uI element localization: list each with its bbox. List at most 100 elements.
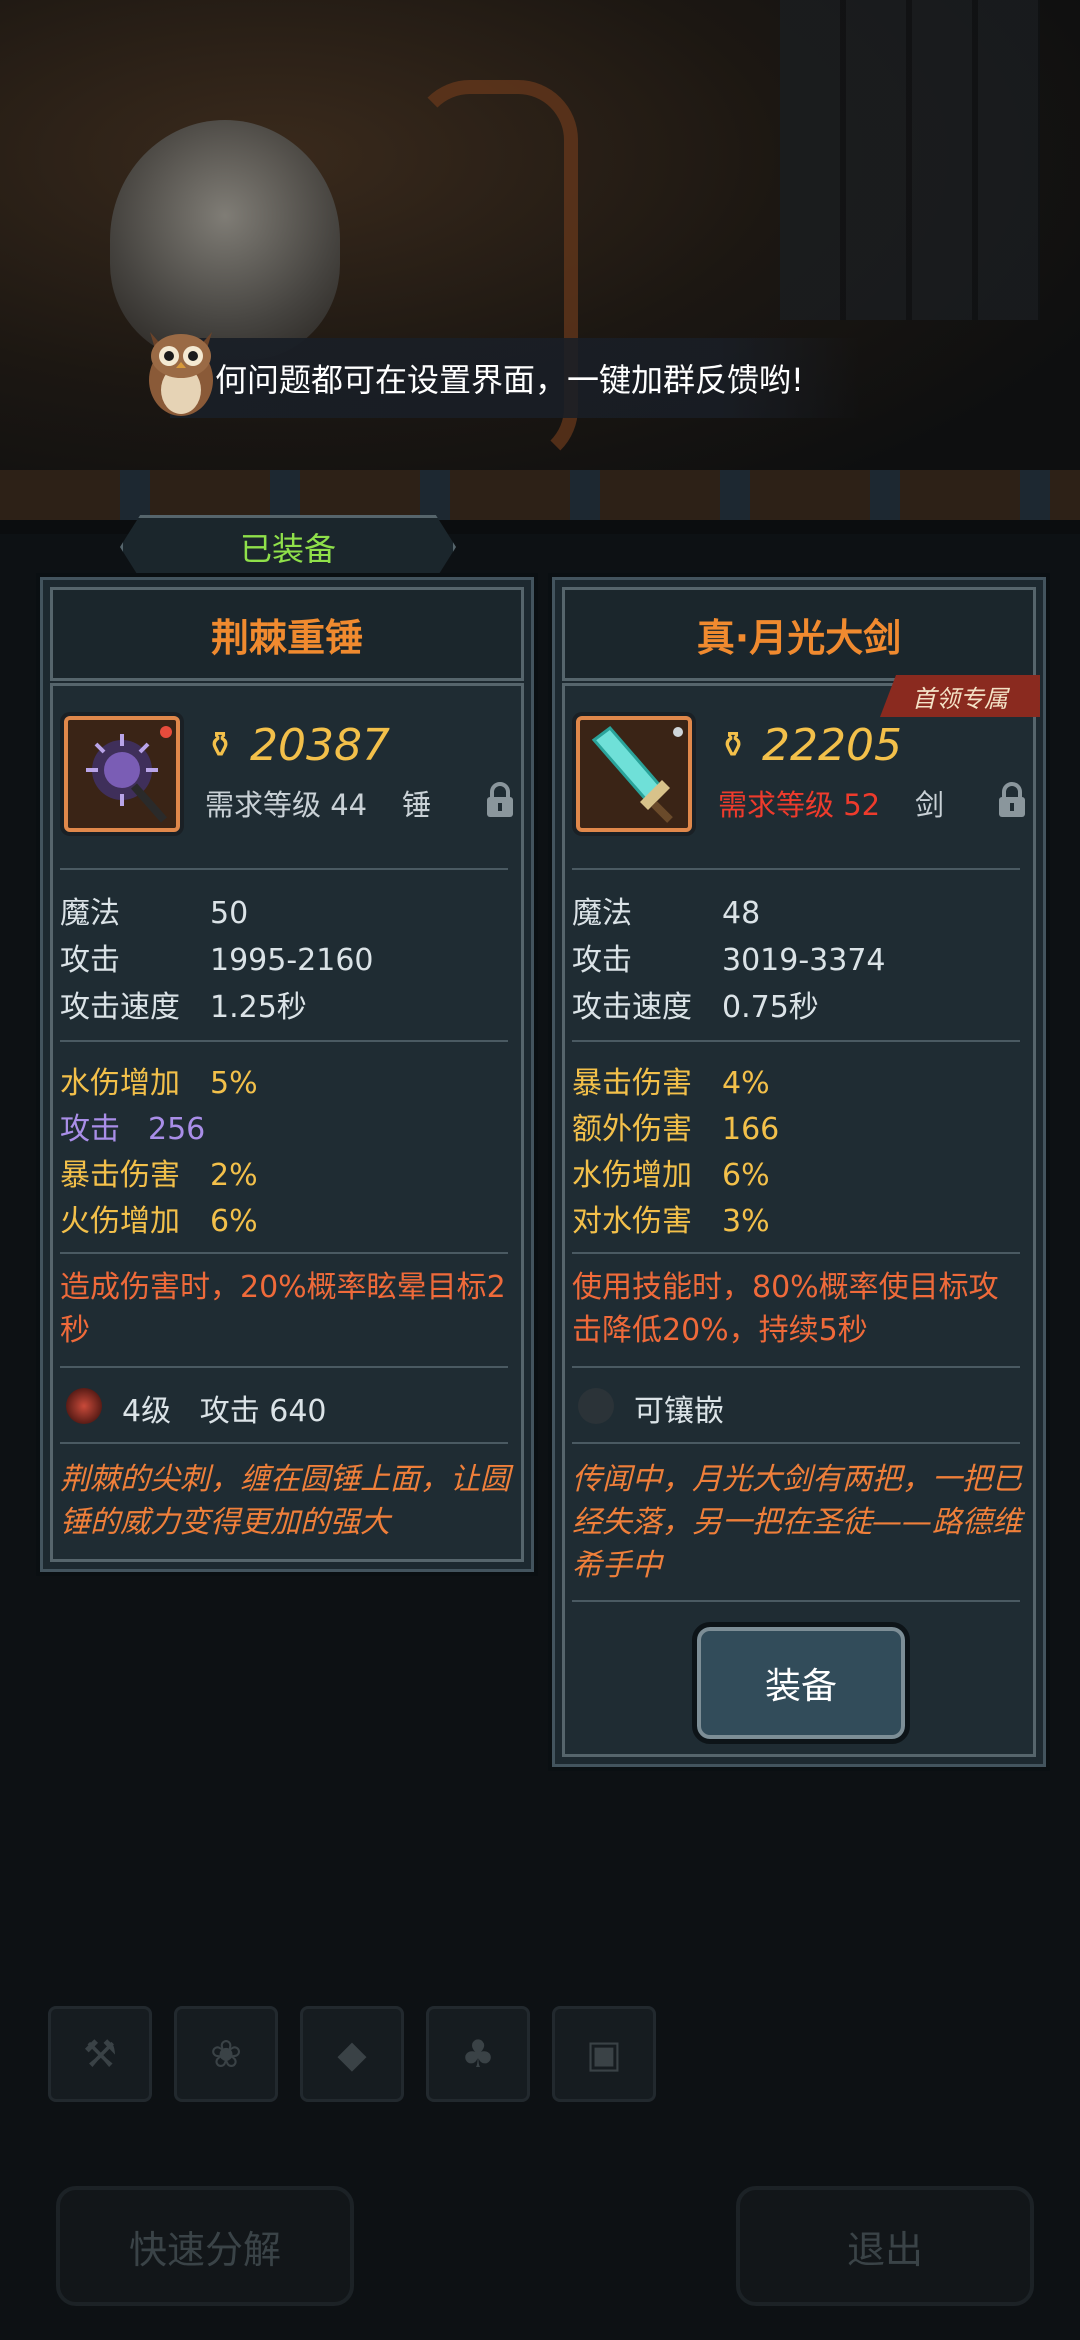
stat-name: 暴击伤害 [572, 1066, 692, 1101]
divider [572, 1442, 1020, 1444]
power-icon-right: ⚱ [718, 725, 749, 766]
stat-value: 6% [722, 1158, 770, 1193]
left-weapon-type: 锤 [402, 788, 432, 822]
stat-name: 攻击速度 [60, 990, 180, 1025]
stat-name: 魔法 [572, 896, 632, 931]
moonlight-sword-icon [591, 725, 683, 823]
boss-tag-label: 首领专属 [912, 684, 1008, 713]
right-lore-text: 传闻中，月光大剑有两把，一把已经失落，另一把在圣徒——路德维希手中 [572, 1462, 1022, 1583]
left-item-name: 荆棘重锤 [50, 587, 524, 681]
stat-value: 1995-2160 [210, 943, 374, 978]
lock-icon[interactable] [484, 782, 516, 818]
stat-name: 魔法 [60, 896, 120, 931]
left-lore-text: 荆棘的尖刺，缠在圆锤上面，让圆锤的威力变得更加的强大 [60, 1462, 510, 1540]
stat-value: 5% [210, 1066, 258, 1101]
stat-value: 166 [722, 1112, 780, 1147]
exit-label: 退出 [846, 2227, 923, 2272]
stat-value: 256 [148, 1112, 206, 1147]
left-stat-row: 攻击速度 1.25秒 [60, 982, 307, 1026]
divider [572, 1366, 1020, 1368]
right-bonus-row: 对水伤害 3% [572, 1196, 770, 1240]
tab-pet[interactable]: ❀ [174, 2006, 278, 2102]
left-special-effect: 造成伤害时，20%概率眩晕目标2秒 [60, 1270, 506, 1348]
paw-icon: ❀ [210, 2032, 242, 2076]
right-weapon-type: 剑 [915, 788, 945, 822]
tree-icon: ♣ [460, 2032, 496, 2076]
stat-value: 4% [722, 1066, 770, 1101]
divider [60, 1252, 508, 1254]
equipped-badge-label: 已装备 [239, 530, 336, 568]
divider [572, 868, 1020, 870]
right-bonus-row: 暴击伤害 4% [572, 1058, 770, 1102]
tab-chest[interactable]: ▣ [552, 2006, 656, 2102]
right-special-effect: 使用技能时，80%概率使目标攻击降低20%，持续5秒 [572, 1270, 999, 1348]
tab-material[interactable]: ♣ [426, 2006, 530, 2102]
left-bonus-row: 攻击 256 [60, 1104, 205, 1148]
stat-name: 攻击 [572, 943, 632, 978]
tab-weapon[interactable]: ⚒ [48, 2006, 152, 2102]
stat-name: 暴击伤害 [60, 1158, 180, 1193]
equip-button[interactable]: 装备 [692, 1622, 910, 1744]
empty-socket-icon [578, 1388, 614, 1424]
right-score: 22205 [762, 720, 902, 771]
left-required-level: 需求等级 44 [205, 788, 368, 822]
right-item-slot[interactable] [576, 716, 692, 832]
right-bonus-row: 额外伤害 166 [572, 1104, 779, 1148]
stat-name: 攻击速度 [572, 990, 692, 1025]
equipped-badge: 已装备 [120, 515, 456, 579]
stat-value: 0.75秒 [722, 990, 819, 1025]
stat-name: 水伤增加 [60, 1066, 180, 1101]
exit-button[interactable]: 退出 [736, 2186, 1034, 2306]
stat-value: 48 [722, 896, 761, 931]
owl-icon [149, 332, 213, 416]
hammer-icon: ⚒ [82, 2032, 118, 2076]
power-icon-left: ⚱ [205, 725, 236, 766]
chest-icon: ▣ [586, 2032, 622, 2076]
stat-value: 2% [210, 1158, 258, 1193]
gem-icon: ◆ [337, 2032, 367, 2076]
background-scene [0, 0, 1080, 520]
stat-value: 3% [722, 1204, 770, 1239]
ruby-gem-icon [66, 1388, 102, 1424]
right-bonus-row: 水伤增加 6% [572, 1150, 770, 1194]
stat-name: 火伤增加 [60, 1204, 180, 1239]
lock-icon[interactable] [996, 782, 1028, 818]
left-bonus-row: 水伤增加 5% [60, 1058, 258, 1102]
stat-value: 3019-3374 [722, 943, 886, 978]
stat-name: 攻击 [60, 943, 120, 978]
spiked-hammer-icon [86, 726, 172, 823]
tab-gem[interactable]: ◆ [300, 2006, 404, 2102]
left-item-slot[interactable] [64, 716, 180, 832]
stat-value: 6% [210, 1204, 258, 1239]
right-stat-row: 魔法 48 [572, 888, 760, 932]
left-gem-info: 4级 攻击 640 [122, 1394, 327, 1429]
tip-text: 何问题都可在设置界面，一键加群反馈哟! [215, 361, 804, 399]
divider [572, 1040, 1020, 1042]
stat-name: 水伤增加 [572, 1158, 692, 1193]
divider [60, 868, 508, 870]
divider [60, 1040, 508, 1042]
background-window [780, 0, 1040, 320]
stat-value: 50 [210, 896, 249, 931]
stat-name: 攻击 [60, 1112, 120, 1147]
stat-name: 对水伤害 [572, 1204, 692, 1239]
right-stat-row: 攻击 3019-3374 [572, 935, 886, 979]
left-stat-row: 魔法 50 [60, 888, 248, 932]
left-bonus-row: 火伤增加 6% [60, 1196, 258, 1240]
boss-exclusive-tag: 首领专属 [880, 675, 1040, 717]
divider [572, 1252, 1020, 1254]
divider [60, 1442, 508, 1444]
right-socket-info: 可镶嵌 [634, 1394, 724, 1429]
quick-decompose-button[interactable]: 快速分解 [56, 2186, 354, 2306]
right-required-level: 需求等级 52 [718, 788, 881, 822]
category-tabs: ⚒ ❀ ◆ ♣ ▣ [48, 2006, 656, 2102]
right-item-name: 真·月光大剑 [562, 587, 1036, 681]
divider [60, 1366, 508, 1368]
stat-name: 额外伤害 [572, 1112, 692, 1147]
right-stat-row: 攻击速度 0.75秒 [572, 982, 819, 1026]
left-bonus-row: 暴击伤害 2% [60, 1150, 258, 1194]
equip-button-label: 装备 [764, 1666, 837, 1707]
left-stat-row: 攻击 1995-2160 [60, 935, 374, 979]
quick-decompose-label: 快速分解 [128, 2227, 281, 2272]
left-score: 20387 [250, 720, 390, 771]
